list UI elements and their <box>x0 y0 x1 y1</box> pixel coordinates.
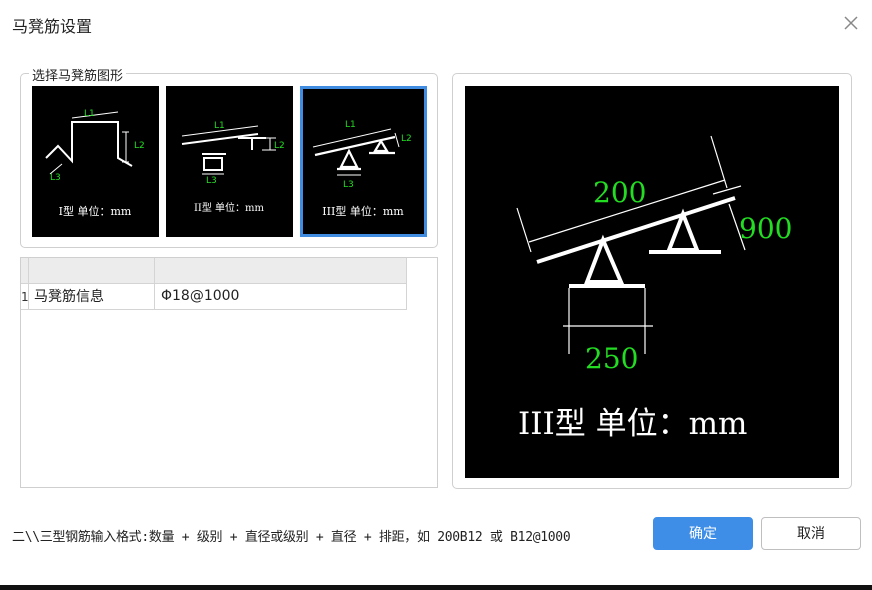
close-icon[interactable] <box>840 12 862 34</box>
table-header-row <box>21 258 407 284</box>
type-1-dim-l2: L2 <box>134 141 145 151</box>
type-1-diagram: L1 L2 L3 I型 单位：mm <box>45 109 145 218</box>
shape-option-type-3[interactable]: L1 L2 L3 III型 单位：mm <box>300 86 427 237</box>
preview-dim-height: 900 <box>739 212 792 245</box>
ok-button[interactable]: 确定 <box>653 517 753 550</box>
type-3-dim-l2: L2 <box>401 134 412 144</box>
dialog-title: 马凳筋设置 <box>12 17 93 36</box>
header-name-cell <box>29 258 155 284</box>
shape-preview-image: 200 900 250 III型 单位：mm <box>465 86 839 478</box>
shape-preview-panel: 200 900 250 III型 单位：mm <box>452 73 852 489</box>
rebar-info-table: 1 马凳筋信息 Φ18@1000 <box>20 257 438 488</box>
header-value-cell <box>155 258 407 284</box>
type-2-dim-l1: L1 <box>214 121 225 131</box>
type-3-dim-l1: L1 <box>345 120 356 130</box>
shape-group-legend: 选择马凳筋图形 <box>29 65 127 84</box>
type-3-preview-diagram: 200 900 250 III型 单位：mm <box>516 135 792 442</box>
type-2-caption: II型 单位：mm <box>194 201 265 214</box>
type-2-diagram: L1 L2 L3 II型 单位：mm <box>181 121 285 214</box>
type-1-caption: I型 单位：mm <box>59 204 132 218</box>
shape-option-type-1[interactable]: L1 L2 L3 I型 单位：mm <box>32 86 159 237</box>
preview-caption: III型 单位：mm <box>518 406 747 442</box>
row-index: 1 <box>21 284 29 310</box>
type-3-caption: III型 单位：mm <box>322 204 404 218</box>
dialog-titlebar: 马凳筋设置 <box>0 0 872 46</box>
cancel-button[interactable]: 取消 <box>761 517 861 550</box>
type-2-dim-l3: L3 <box>206 176 217 186</box>
type-3-dim-l3: L3 <box>343 180 354 190</box>
type-1-dim-l1: L1 <box>84 109 95 119</box>
preview-dim-length: 200 <box>593 176 646 209</box>
shape-selection-group: 选择马凳筋图形 L1 L2 L3 I型 单位：mm L1 L2 L3 II型 单… <box>20 65 438 248</box>
preview-dim-base: 250 <box>585 342 638 375</box>
type-1-dim-l3: L3 <box>50 173 61 183</box>
row-value-cell[interactable]: Φ18@1000 <box>155 284 407 310</box>
type-3-diagram: L1 L2 L3 III型 单位：mm <box>312 120 412 218</box>
type-2-dim-l2: L2 <box>274 141 285 151</box>
row-name-cell: 马凳筋信息 <box>29 284 155 310</box>
shape-option-type-2[interactable]: L1 L2 L3 II型 单位：mm <box>166 86 293 237</box>
table-row[interactable]: 1 马凳筋信息 Φ18@1000 <box>21 284 407 310</box>
header-corner-cell <box>21 258 29 284</box>
background-strip <box>0 585 872 590</box>
input-format-hint: 二\\三型钢筋输入格式:数量 + 级别 + 直径或级别 + 直径 + 排距，如 … <box>12 530 571 545</box>
